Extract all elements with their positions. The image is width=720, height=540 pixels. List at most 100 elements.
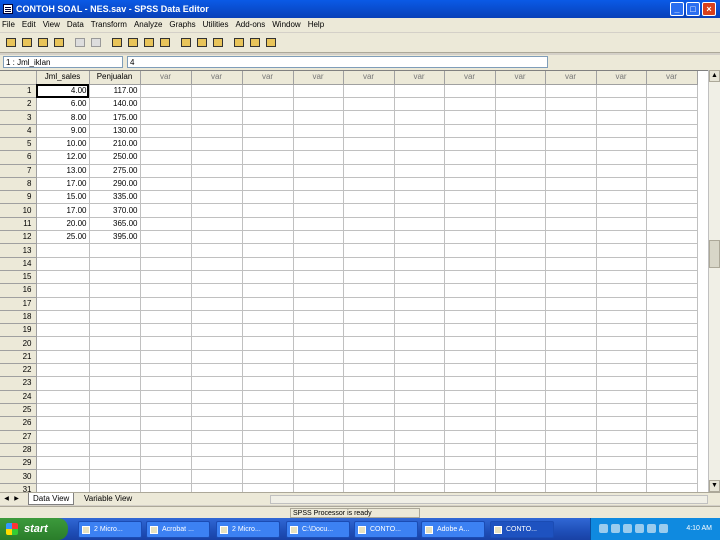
grid-cell[interactable]: [394, 297, 445, 311]
row-header[interactable]: 22: [0, 363, 37, 378]
grid-cell[interactable]: [89, 403, 141, 418]
grid-cell[interactable]: [293, 257, 344, 271]
grid-cell[interactable]: [646, 483, 698, 492]
grid-cell[interactable]: [545, 190, 597, 205]
grid-cell[interactable]: [36, 310, 90, 325]
menu-data[interactable]: Data: [67, 18, 84, 32]
grid-cell[interactable]: [444, 430, 496, 444]
grid-cell[interactable]: [36, 456, 90, 471]
grid-cell[interactable]: [140, 430, 192, 444]
grid-cell[interactable]: [545, 310, 597, 325]
grid-cell[interactable]: [545, 376, 597, 391]
grid-cell[interactable]: [394, 164, 445, 178]
grid-cell[interactable]: [444, 297, 496, 311]
grid-cell[interactable]: [36, 270, 90, 285]
grid-cell[interactable]: 117.00: [89, 84, 141, 99]
grid-cell[interactable]: [343, 110, 395, 125]
grid-cell[interactable]: [89, 336, 141, 351]
grid-cell[interactable]: [293, 84, 344, 99]
grid-cell[interactable]: [394, 84, 445, 99]
grid-cell[interactable]: [394, 350, 445, 365]
grid-cell[interactable]: [495, 403, 546, 418]
column-header[interactable]: var: [140, 71, 192, 85]
grid-cell[interactable]: [191, 110, 243, 125]
grid-cell[interactable]: [89, 283, 141, 298]
grid-cell[interactable]: [242, 97, 294, 112]
grid-cell[interactable]: [646, 336, 698, 351]
grid-cell[interactable]: [242, 390, 294, 404]
grid-cell[interactable]: [646, 456, 698, 471]
grid-cell[interactable]: [444, 97, 496, 112]
row-header[interactable]: 24: [0, 390, 37, 404]
grid-cell[interactable]: [596, 390, 647, 404]
scroll-thumb[interactable]: [709, 240, 720, 268]
grid-cell[interactable]: [343, 203, 395, 218]
grid-cell[interactable]: [242, 164, 294, 178]
grid-cell[interactable]: [646, 323, 698, 338]
grid-cell[interactable]: [242, 230, 294, 245]
grid-cell[interactable]: [596, 177, 647, 192]
grid-cell[interactable]: [242, 203, 294, 218]
grid-cell[interactable]: [293, 483, 344, 492]
grid-cell[interactable]: [343, 150, 395, 165]
grid-cell[interactable]: [444, 84, 496, 99]
grid-cell[interactable]: [191, 323, 243, 338]
grid-cell[interactable]: [191, 270, 243, 285]
grid-cell[interactable]: [646, 390, 698, 404]
grid-cell[interactable]: [140, 124, 192, 138]
grid-cell[interactable]: [596, 203, 647, 218]
grid-cell[interactable]: [646, 217, 698, 232]
grid-cell[interactable]: [293, 469, 344, 484]
grid-cell[interactable]: [495, 390, 546, 404]
row-header[interactable]: 12: [0, 230, 37, 245]
tray-update-icon[interactable]: [635, 524, 644, 533]
grid-cell[interactable]: [646, 190, 698, 205]
grid-cell[interactable]: [293, 243, 344, 258]
grid-cell[interactable]: [343, 97, 395, 112]
grid-cell[interactable]: [343, 483, 395, 492]
grid-cell[interactable]: [191, 230, 243, 245]
minimize-button[interactable]: _: [670, 2, 684, 16]
grid-cell[interactable]: [140, 376, 192, 391]
grid-cell[interactable]: [191, 243, 243, 258]
grid-cell[interactable]: 290.00: [89, 177, 141, 192]
grid-cell[interactable]: [444, 336, 496, 351]
grid-cell[interactable]: [545, 164, 597, 178]
grid-cell[interactable]: [545, 323, 597, 338]
grid-cell[interactable]: [293, 336, 344, 351]
grid-cell[interactable]: [242, 363, 294, 378]
grid-cell[interactable]: [394, 217, 445, 232]
grid-cell[interactable]: [495, 416, 546, 431]
menu-view[interactable]: View: [43, 18, 60, 32]
grid-cell[interactable]: [36, 336, 90, 351]
grid-cell[interactable]: [545, 483, 597, 492]
grid-cell[interactable]: [394, 283, 445, 298]
close-button[interactable]: ×: [702, 2, 716, 16]
grid-cell[interactable]: [191, 203, 243, 218]
grid-cell[interactable]: [293, 350, 344, 365]
grid-cell[interactable]: [36, 430, 90, 444]
cell-value-field[interactable]: 4: [127, 56, 548, 68]
grid-cell[interactable]: [140, 243, 192, 258]
grid-cell[interactable]: [140, 336, 192, 351]
grid-cell[interactable]: [646, 443, 698, 458]
grid-cell[interactable]: [293, 416, 344, 431]
grid-cell[interactable]: [596, 376, 647, 391]
row-header[interactable]: 3: [0, 110, 37, 125]
grid-cell[interactable]: [89, 270, 141, 285]
grid-cell[interactable]: [191, 217, 243, 232]
grid-cell[interactable]: [140, 350, 192, 365]
grid-cell[interactable]: [596, 403, 647, 418]
grid-cell[interactable]: 17.00: [36, 177, 90, 192]
grid-cell[interactable]: [495, 483, 546, 492]
save-button[interactable]: [19, 35, 34, 50]
grid-cell[interactable]: [646, 110, 698, 125]
grid-cell[interactable]: [545, 270, 597, 285]
grid-cell[interactable]: [293, 270, 344, 285]
grid-cell[interactable]: [394, 190, 445, 205]
grid-cell[interactable]: [343, 336, 395, 351]
grid-cell[interactable]: [394, 270, 445, 285]
grid-cell[interactable]: [394, 323, 445, 338]
grid-cell[interactable]: [646, 430, 698, 444]
vertical-scrollbar[interactable]: ▲ ▼: [708, 70, 720, 492]
